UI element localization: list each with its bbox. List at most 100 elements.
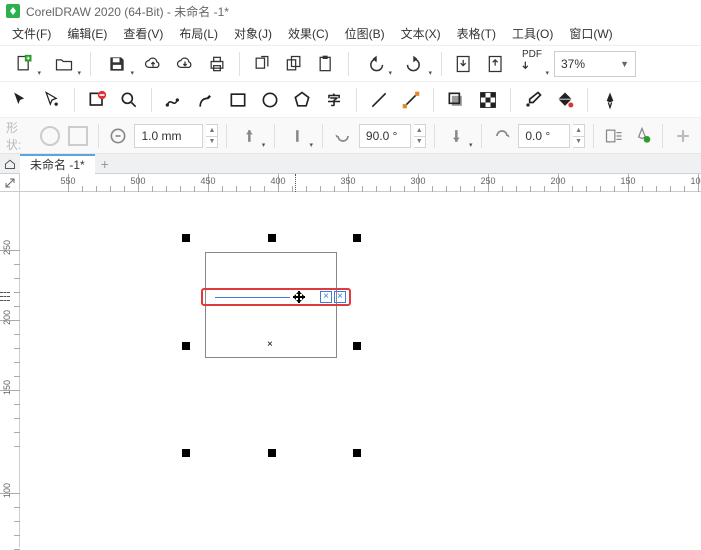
outline-width-input[interactable]: 1.0 mm: [134, 124, 203, 148]
separator: [356, 88, 357, 112]
save-button[interactable]: ▾: [99, 50, 135, 78]
shape-rect-option[interactable]: [66, 122, 90, 150]
ruler-h-label: 450: [200, 176, 215, 186]
separator: [98, 124, 99, 148]
selection-handle-s[interactable]: [268, 449, 276, 457]
outline-width-stepper[interactable]: ▲▼: [206, 124, 218, 148]
ruler-h-label: 300: [410, 176, 425, 186]
text-tool[interactable]: 字: [320, 86, 348, 114]
menu-file[interactable]: 文件(F): [4, 22, 59, 46]
wrap-text-button[interactable]: [602, 122, 626, 150]
end-arrowhead[interactable]: ▾: [443, 122, 474, 150]
add-button[interactable]: [671, 122, 695, 150]
angle1-stepper[interactable]: ▲▼: [414, 124, 426, 148]
rectangle-tool[interactable]: [224, 86, 252, 114]
angle2-input[interactable]: 0.0 °: [518, 124, 570, 148]
parallel-dimension-tool[interactable]: [365, 86, 393, 114]
cloud-down-button[interactable]: [171, 50, 199, 78]
dimension-line[interactable]: [215, 297, 290, 298]
ruler-v-label: 250: [2, 240, 12, 255]
object-center-marker: ×: [267, 339, 273, 350]
publish-pdf-button[interactable]: PDF ▾: [514, 50, 550, 78]
ruler-h-label: 250: [480, 176, 495, 186]
separator: [587, 88, 588, 112]
zoom-value: 37%: [561, 57, 585, 71]
polygon-tool[interactable]: [288, 86, 316, 114]
angle2-stepper[interactable]: ▲▼: [573, 124, 585, 148]
drawing-canvas[interactable]: × × ×: [20, 192, 701, 547]
menu-edit[interactable]: 编辑(E): [59, 22, 115, 46]
ruler-vertical[interactable]: 250200150100: [0, 192, 20, 547]
export-button[interactable]: [482, 50, 510, 78]
outline-pen-tool[interactable]: [596, 86, 624, 114]
ruler-cursor-indicator: [295, 174, 296, 192]
selection-handle-n[interactable]: [268, 234, 276, 242]
cloud-up-button[interactable]: [139, 50, 167, 78]
selection-handle-sw[interactable]: [182, 449, 190, 457]
interactive-fill-tool[interactable]: [551, 86, 579, 114]
zoom-level-combo[interactable]: 37% ▼: [554, 51, 636, 77]
shape-circle-option[interactable]: [37, 122, 61, 150]
pick-tool[interactable]: [6, 86, 34, 114]
new-tab-button[interactable]: +: [95, 154, 115, 174]
import-button[interactable]: [450, 50, 478, 78]
transparency-tool[interactable]: [474, 86, 502, 114]
node-marker[interactable]: ×: [334, 291, 346, 303]
shape-tool[interactable]: [38, 86, 66, 114]
redo-button[interactable]: ▾: [397, 50, 433, 78]
start-arrowhead[interactable]: ▾: [235, 122, 266, 150]
titlebar: CorelDRAW 2020 (64-Bit) - 未命名 -1*: [0, 0, 701, 22]
menu-effects[interactable]: 效果(C): [280, 22, 337, 46]
line-style[interactable]: ▾: [283, 122, 314, 150]
menu-table[interactable]: 表格(T): [449, 22, 504, 46]
selection-handle-w[interactable]: [182, 342, 190, 350]
new-button[interactable]: ▾: [6, 50, 42, 78]
artistic-media-tool[interactable]: [192, 86, 220, 114]
menu-text[interactable]: 文本(X): [393, 22, 449, 46]
move-cursor-icon: [293, 291, 305, 303]
chevron-down-icon: ▼: [620, 59, 629, 69]
window-title: CorelDRAW 2020 (64-Bit) - 未命名 -1*: [26, 3, 229, 20]
open-button[interactable]: ▾: [46, 50, 82, 78]
object-props-button[interactable]: [630, 122, 654, 150]
paste-button[interactable]: [312, 50, 340, 78]
ruler-h-label: 200: [550, 176, 565, 186]
copy-button[interactable]: [280, 50, 308, 78]
node-marker[interactable]: ×: [320, 291, 332, 303]
ruler-h-label: 350: [340, 176, 355, 186]
selection-handle-ne[interactable]: [353, 234, 361, 242]
crop-tool[interactable]: [83, 86, 111, 114]
home-tab-icon[interactable]: [0, 154, 20, 174]
menu-object[interactable]: 对象(J): [226, 22, 280, 46]
ruler-h-label: 400: [270, 176, 285, 186]
selection-handle-se[interactable]: [353, 449, 361, 457]
cut-button[interactable]: [248, 50, 276, 78]
menu-layout[interactable]: 布局(L): [171, 22, 226, 46]
shape-label: 形状:: [6, 119, 29, 153]
separator: [348, 52, 349, 76]
freehand-tool[interactable]: [160, 86, 188, 114]
selection-handle-nw[interactable]: [182, 234, 190, 242]
outline-width-icon: [106, 122, 130, 150]
print-button[interactable]: [203, 50, 231, 78]
ruler-horizontal[interactable]: 550500450400350300250200150100: [20, 174, 701, 192]
undo-button[interactable]: ▾: [357, 50, 393, 78]
menu-window[interactable]: 窗口(W): [561, 22, 620, 46]
menu-view[interactable]: 查看(V): [115, 22, 171, 46]
menu-tools[interactable]: 工具(O): [504, 22, 561, 46]
standard-toolbar: ▾ ▾ ▾ ▾ ▾ PDF ▾: [0, 46, 701, 82]
ruler-origin[interactable]: [0, 174, 20, 192]
selection-handle-e[interactable]: [353, 342, 361, 350]
ellipse-tool[interactable]: [256, 86, 284, 114]
separator: [151, 88, 152, 112]
drop-shadow-tool[interactable]: [442, 86, 470, 114]
separator: [441, 52, 442, 76]
zoom-tool[interactable]: [115, 86, 143, 114]
ruler-v-label: 150: [2, 380, 12, 395]
menu-bitmap[interactable]: 位图(B): [337, 22, 393, 46]
eyedropper-tool[interactable]: [519, 86, 547, 114]
angle1-input[interactable]: 90.0 °: [359, 124, 411, 148]
connector-tool[interactable]: [397, 86, 425, 114]
separator: [322, 124, 323, 148]
document-tab-active[interactable]: 未命名 -1*: [20, 154, 95, 174]
